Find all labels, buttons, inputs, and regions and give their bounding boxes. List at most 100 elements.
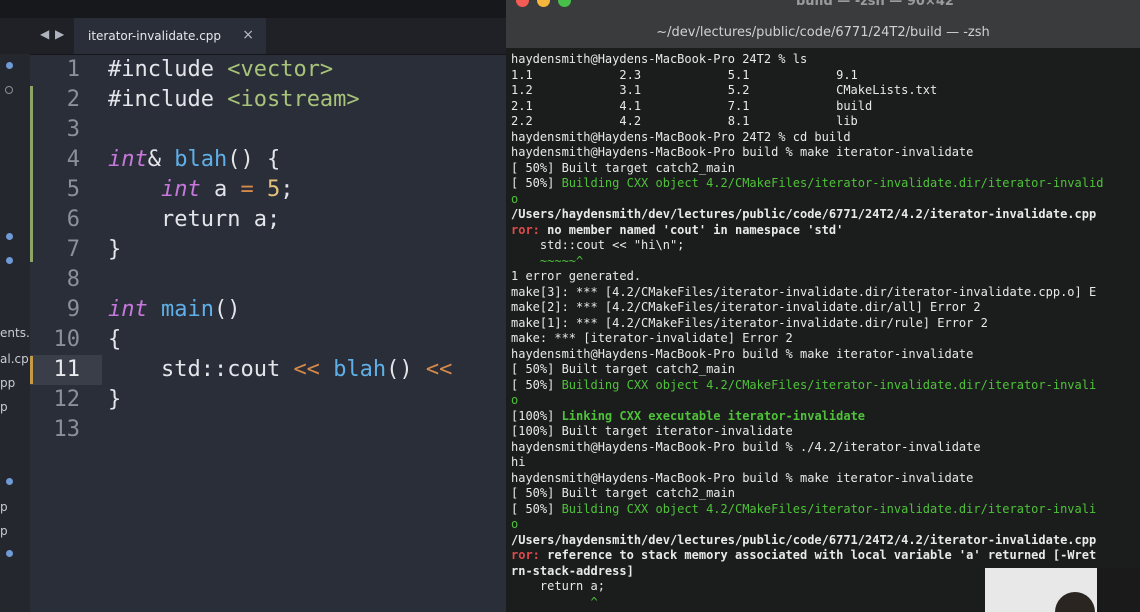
terminal-line: o [511, 393, 519, 407]
code-token: 5 [266, 177, 281, 202]
code-token: int [108, 147, 148, 172]
tab-iterator-invalidate[interactable]: iterator-invalidate.cpp × [74, 18, 266, 54]
code-token: () [386, 357, 426, 382]
status-dot-icon [6, 257, 13, 264]
code-line[interactable]: int a = 5; [108, 175, 294, 205]
line-number: 7 [66, 237, 80, 262]
forward-arrow-icon[interactable]: ▶ [55, 27, 64, 41]
terminal-titlebar: build — -zsh — 90×42 ~/dev/lectures/publ… [506, 0, 1140, 48]
code-line[interactable]: #include <vector> [108, 55, 333, 85]
terminal-line: o [511, 191, 519, 206]
code-line[interactable]: { [108, 325, 121, 355]
line-number: 13 [53, 417, 81, 442]
terminal-line: [ 50%] Building CXX object 4.2/CMakeFile… [511, 378, 1096, 394]
code-token: #include [108, 57, 228, 82]
terminal-token: [ 50%] [511, 176, 562, 190]
sidebar-item-fragment[interactable]: pp [0, 376, 30, 390]
code-line[interactable]: #include <iostream> [108, 85, 360, 115]
code-token: int [108, 297, 148, 322]
code-line[interactable]: } [108, 235, 121, 265]
terminal-line: [ 50%] Building CXX object 4.2/CMakeFile… [511, 502, 1096, 518]
sidebar-item-fragment[interactable]: p [0, 500, 30, 514]
terminal-line: hi [511, 455, 526, 469]
terminal-token: no member named 'cout' in namespace 'std… [539, 222, 844, 237]
code-line[interactable]: int main() [108, 295, 240, 325]
terminal-line: haydensmith@Haydens-MacBook-Pro build % … [511, 346, 974, 361]
terminal-token: [ 50%] [511, 501, 562, 516]
code-token: std::cout [108, 357, 294, 382]
code-token: << [293, 357, 320, 382]
terminal-line: haydensmith@Haydens-MacBook-Pro build % … [511, 439, 981, 454]
code-token: () { [227, 147, 281, 172]
terminal-line: 1.2 3.1 5.2 CMakeLists.txt [511, 83, 938, 97]
status-dot-icon [6, 550, 13, 557]
code-token: () [213, 297, 241, 322]
line-number: 2 [66, 87, 80, 112]
terminal-line: return a; [511, 579, 605, 593]
terminal-line: make[2]: *** [4.2/CMakeFiles/iterator-in… [511, 300, 981, 314]
terminal-line: /Users/haydensmith/dev/lectures/public/c… [511, 207, 1097, 221]
terminal-line: rn-stack-address] [511, 563, 634, 578]
code-token: blah [174, 147, 228, 172]
change-marker [30, 356, 33, 384]
terminal-line: [100%] Built target iterator-invalidate [511, 424, 793, 438]
code-token: <vector> [227, 57, 334, 82]
line-number: 12 [53, 387, 81, 412]
terminal-line: [ 50%] Built target catch2_main [511, 160, 735, 175]
terminal-line: make[1]: *** [4.2/CMakeFiles/iterator-in… [511, 315, 988, 330]
code-token: a [200, 177, 241, 202]
terminal-line: ror: no member named 'cout' in namespace… [511, 223, 843, 239]
change-marker [30, 86, 33, 262]
terminal-token: [ 50%] [511, 377, 562, 392]
line-number: 5 [66, 177, 80, 202]
back-arrow-icon[interactable]: ◀ [40, 27, 49, 41]
file-sidebar: ents. al.cp pp p p p [0, 54, 30, 612]
status-dot-icon [6, 478, 13, 485]
minimize-window-icon[interactable] [537, 0, 550, 7]
status-dot-icon [6, 62, 13, 69]
code-line[interactable]: int& blah() { [108, 145, 280, 175]
code-line[interactable]: } [108, 385, 121, 415]
terminal-line: ~~~~~^ [511, 253, 584, 268]
terminal-token: Building CXX object 4.2/CMakeFiles/itera… [561, 176, 1104, 190]
code-line[interactable]: std::cout << blah() << [108, 355, 452, 385]
editor-top-strip [0, 0, 506, 18]
terminal-token: ror: [511, 222, 540, 237]
terminal-line: 2.2 4.2 8.1 lib [511, 114, 858, 128]
sidebar-item-fragment[interactable]: p [0, 524, 30, 538]
zoom-window-icon[interactable] [558, 0, 571, 7]
close-window-icon[interactable] [516, 0, 529, 7]
code-token: << [425, 357, 453, 382]
code-editor: ◀ ▶ iterator-invalidate.cpp × ents. al.c… [0, 0, 506, 612]
terminal-line: ror: reference to stack memory associate… [511, 548, 1096, 564]
webcam-background [1097, 568, 1140, 612]
terminal-line: haydensmith@Haydens-MacBook-Pro build % … [511, 470, 974, 485]
terminal-token: Building CXX object 4.2/CMakeFiles/itera… [561, 377, 1097, 392]
close-icon[interactable]: × [242, 27, 254, 43]
terminal-line: [ 50%] Building CXX object 4.2/CMakeFile… [511, 176, 1103, 192]
terminal-line: [ 50%] Built target catch2_main [511, 486, 735, 500]
code-line[interactable]: return a; [108, 205, 280, 235]
terminal-line: 2.1 4.1 7.1 build [511, 98, 873, 113]
line-number: 1 [66, 57, 80, 82]
line-number: 10 [53, 327, 81, 352]
status-dot-icon [6, 233, 13, 240]
sidebar-item-fragment[interactable]: al.cp [0, 352, 30, 366]
terminal-token: Building CXX object 4.2/CMakeFiles/itera… [561, 501, 1097, 516]
line-number: 4 [66, 147, 80, 172]
sidebar-item-fragment[interactable]: ents. [0, 326, 30, 340]
line-number: 9 [66, 297, 80, 322]
window-title: build — -zsh — 90×42 [796, 0, 954, 9]
line-number: 8 [66, 267, 80, 292]
presenter-image [1055, 592, 1095, 612]
terminal-window[interactable]: build — -zsh — 90×42 ~/dev/lectures/publ… [506, 0, 1140, 612]
code-token: main [161, 297, 214, 322]
line-number: 6 [66, 207, 80, 232]
code-token: #include [108, 87, 228, 112]
code-token: = [240, 177, 254, 202]
terminal-token: reference to stack memory associated wit… [539, 548, 1097, 562]
window-subtitle: ~/dev/lectures/public/code/6771/24T2/bui… [656, 25, 990, 40]
sidebar-item-fragment[interactable]: p [0, 400, 30, 414]
